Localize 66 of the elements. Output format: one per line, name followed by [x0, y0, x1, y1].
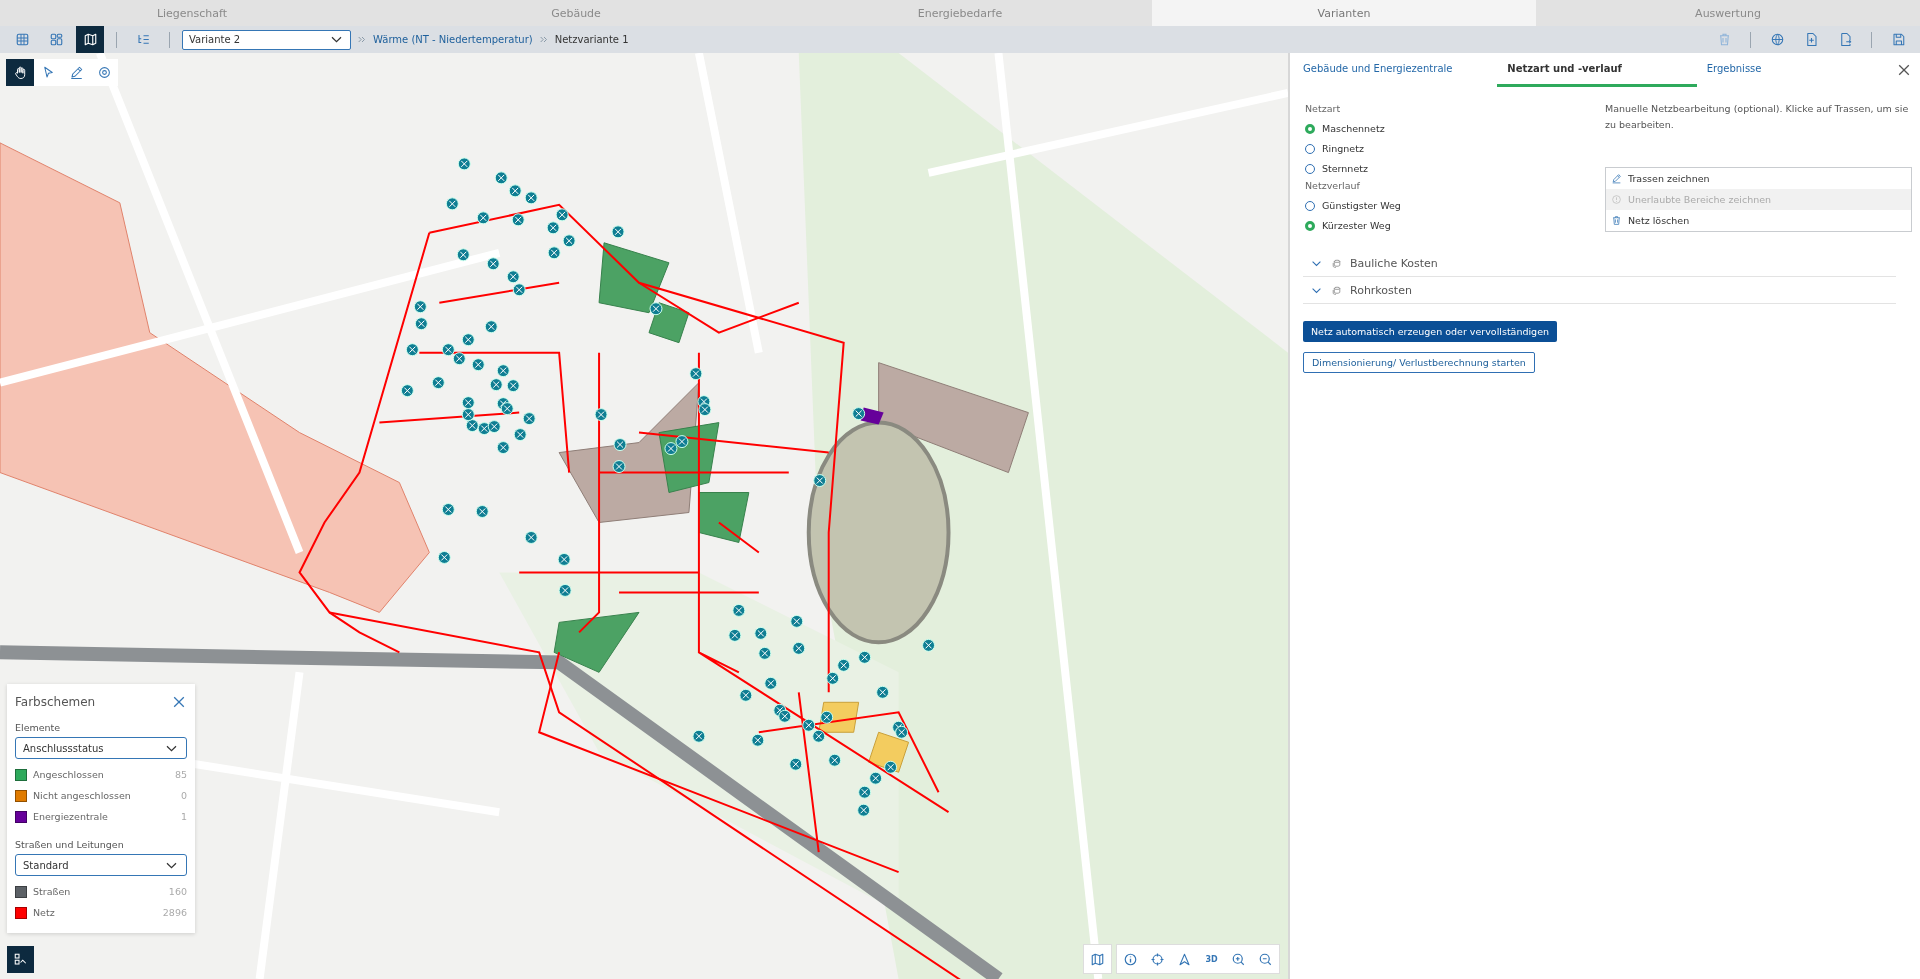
trash-icon — [1611, 215, 1622, 226]
radio-button[interactable] — [1305, 123, 1315, 134]
color-scheme-select[interactable]: Standard — [15, 854, 187, 876]
map-icon — [82, 32, 98, 47]
crosshair-icon — [1150, 951, 1165, 967]
calculation-button[interactable]: Dimensionierung/ Verlustberechnung starten — [1303, 352, 1535, 373]
legend-label: Angeschlossen — [33, 769, 104, 780]
grid-icon — [14, 32, 30, 47]
nav-tab[interactable]: Varianten — [1152, 0, 1536, 26]
breadcrumb-item: Netzvariante 1 — [554, 34, 629, 45]
zoom-in-icon — [1231, 951, 1246, 967]
panel-tab[interactable]: Gebäude und Energiezentrale — [1303, 53, 1498, 87]
pencil-icon — [68, 65, 84, 80]
save-icon — [1890, 32, 1906, 47]
variant-select[interactable]: Variante 2 — [182, 29, 351, 50]
double-chevron-icon — [357, 35, 367, 44]
radio-option[interactable]: Sternnetz — [1305, 159, 1368, 178]
legend-count: 160 — [168, 886, 187, 897]
legend-section-label: Elemente — [15, 722, 62, 733]
tiles-icon — [48, 32, 64, 47]
hand-icon — [12, 65, 28, 80]
group-label: Netzverlauf — [1305, 180, 1361, 191]
legend-count: 1 — [180, 811, 187, 822]
globe-icon — [1769, 32, 1785, 47]
hint-text: Manuelle Netzbearbeitung (optional). Klicke auf Trassen, um sie zu bearbeiten. — [1605, 102, 1910, 132]
radio-option[interactable]: Kürzester Weg — [1305, 216, 1391, 235]
radio-option[interactable]: Maschennetz — [1305, 119, 1385, 138]
close-button[interactable] — [1896, 62, 1912, 78]
legend-icon — [13, 952, 28, 967]
legend-count: 2896 — [162, 907, 187, 918]
color-scheme-select[interactable]: Anschlussstatus — [15, 737, 187, 759]
north-arrow-icon — [1177, 951, 1192, 967]
legend-title: Farbschemen — [15, 695, 96, 709]
accordion-header[interactable]: Rohrkosten — [1303, 277, 1896, 304]
pencil-icon — [1611, 173, 1622, 184]
info-icon — [1123, 951, 1138, 967]
radio-option[interactable]: Günstigster Weg — [1305, 196, 1401, 215]
legend-toggle-button[interactable] — [7, 946, 34, 973]
panel-tab[interactable]: Netzart und -verlauf — [1497, 53, 1697, 87]
map-icon — [1090, 951, 1105, 967]
legend-label: Straßen — [33, 886, 71, 897]
legend-label: Nicht angeschlossen — [33, 790, 131, 801]
radio-option[interactable]: Ringnetz — [1305, 139, 1364, 158]
info-circle-icon — [1611, 194, 1622, 205]
view-button[interactable] — [76, 26, 104, 53]
legend-label: Netz — [33, 907, 55, 918]
close-button[interactable] — [171, 694, 187, 710]
list-icon — [135, 32, 151, 47]
breadcrumb-item[interactable]: Wärme (NT - Niedertemperatur) — [373, 34, 533, 45]
generate-network-button[interactable]: Netz automatisch erzeugen oder vervollständigen — [1303, 321, 1557, 342]
target-icon — [96, 65, 112, 80]
coins-icon — [1331, 284, 1342, 296]
close-icon — [171, 694, 187, 710]
map-tool-button[interactable] — [6, 59, 34, 86]
legend-count: 0 — [180, 790, 187, 801]
coins-icon — [1331, 257, 1342, 269]
legend-label: Energiezentrale — [33, 811, 108, 822]
accordion-header[interactable]: Bauliche Kosten — [1303, 250, 1896, 277]
panel-tab[interactable]: Ergebnisse — [1696, 53, 1896, 87]
radio-button[interactable] — [1305, 220, 1315, 231]
close-icon — [1896, 62, 1912, 78]
group-label: Netzart — [1305, 103, 1342, 114]
double-chevron-icon — [538, 35, 549, 44]
legend-section-label: Straßen und Leitungen — [15, 839, 125, 850]
zoom-out-icon — [1258, 951, 1273, 967]
legend-count: 85 — [174, 769, 187, 780]
